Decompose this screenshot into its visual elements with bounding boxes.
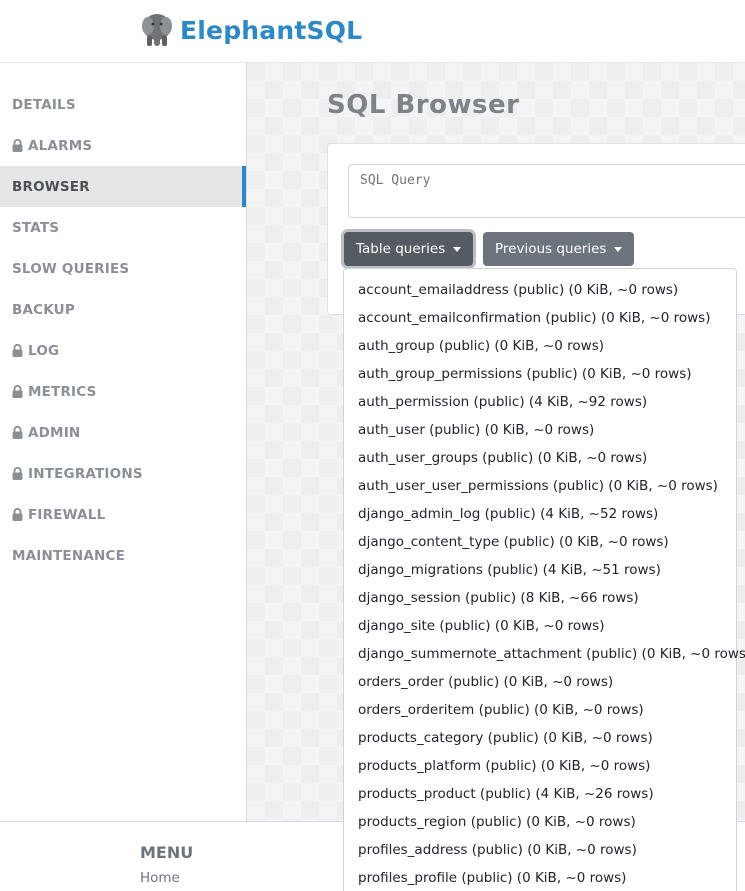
lock-icon bbox=[12, 466, 23, 480]
sidebar-item-label: ADMIN bbox=[28, 424, 81, 441]
lock-icon bbox=[12, 343, 23, 357]
sidebar: DETAILS ALARMS BROWSER STATS SLOW QUERIES BAC… bbox=[0, 63, 247, 821]
dropdown-item[interactable]: profiles_address (public) (0 KiB, ~0 row… bbox=[344, 836, 736, 864]
sidebar-item-label: METRICS bbox=[28, 383, 97, 400]
dropdown-item[interactable]: auth_user_groups (public) (0 KiB, ~0 row… bbox=[344, 444, 736, 472]
dropdown-item[interactable]: django_migrations (public) (4 KiB, ~51 r… bbox=[344, 556, 736, 584]
lock-icon bbox=[12, 384, 23, 398]
footer-home-link[interactable]: Home bbox=[140, 870, 180, 886]
sidebar-item-firewall[interactable]: FIREWALL bbox=[0, 494, 246, 535]
lock-icon bbox=[12, 138, 23, 152]
dropdown-item[interactable]: products_product (public) (4 KiB, ~26 ro… bbox=[344, 780, 736, 808]
dropdown-item[interactable]: orders_order (public) (0 KiB, ~0 rows) bbox=[344, 668, 736, 696]
sidebar-item-maintenance[interactable]: MAINTENANCE bbox=[0, 535, 246, 576]
dropdown-item[interactable]: auth_group_permissions (public) (0 KiB, … bbox=[344, 360, 736, 388]
dropdown-item[interactable]: django_content_type (public) (0 KiB, ~0 … bbox=[344, 528, 736, 556]
sidebar-item-metrics[interactable]: METRICS bbox=[0, 371, 246, 412]
brand-logo-link[interactable]: ElephantSQL bbox=[140, 12, 362, 48]
table-queries-button[interactable]: Table queries bbox=[344, 232, 474, 266]
caret-down-icon bbox=[453, 246, 462, 252]
dropdown-item[interactable]: django_site (public) (0 KiB, ~0 rows) bbox=[344, 612, 736, 640]
sidebar-item-label: ALARMS bbox=[28, 137, 93, 154]
sidebar-item-label: BACKUP bbox=[12, 301, 75, 318]
dropdown-item[interactable]: auth_user (public) (0 KiB, ~0 rows) bbox=[344, 416, 736, 444]
sidebar-item-label: INTEGRATIONS bbox=[28, 465, 143, 482]
dropdown-item[interactable]: django_admin_log (public) (4 KiB, ~52 ro… bbox=[344, 500, 736, 528]
dropdown-item[interactable]: profiles_profile (public) (0 KiB, ~0 row… bbox=[344, 864, 736, 891]
sidebar-item-label: STATS bbox=[12, 219, 60, 236]
dropdown-item[interactable]: account_emailaddress (public) (0 KiB, ~0… bbox=[344, 276, 736, 304]
footer-menu-title: MENU bbox=[140, 843, 194, 862]
top-header: ElephantSQL bbox=[0, 0, 745, 63]
dropdown-item[interactable]: auth_group (public) (0 KiB, ~0 rows) bbox=[344, 332, 736, 360]
dropdown-item[interactable]: django_session (public) (8 KiB, ~66 rows… bbox=[344, 584, 736, 612]
sidebar-item-integrations[interactable]: INTEGRATIONS bbox=[0, 453, 246, 494]
sidebar-item-label: MAINTENANCE bbox=[12, 547, 126, 564]
dropdown-item[interactable]: orders_orderitem (public) (0 KiB, ~0 row… bbox=[344, 696, 736, 724]
sidebar-item-label: SLOW QUERIES bbox=[12, 260, 130, 277]
dropdown-item[interactable]: django_summernote_attachment (public) (0… bbox=[344, 640, 745, 668]
sidebar-item-label: LOG bbox=[28, 342, 60, 359]
table-queries-label: Table queries bbox=[356, 241, 446, 257]
sidebar-item-slow-queries[interactable]: SLOW QUERIES bbox=[0, 248, 246, 289]
sidebar-item-label: BROWSER bbox=[12, 178, 90, 195]
sidebar-item-browser[interactable]: BROWSER bbox=[0, 166, 246, 207]
caret-down-icon bbox=[614, 246, 623, 252]
dropdown-item[interactable]: products_region (public) (0 KiB, ~0 rows… bbox=[344, 808, 736, 836]
sidebar-item-details[interactable]: DETAILS bbox=[0, 84, 246, 125]
previous-queries-button[interactable]: Previous queries bbox=[483, 232, 635, 266]
dropdown-item[interactable]: products_platform (public) (0 KiB, ~0 ro… bbox=[344, 752, 736, 780]
sidebar-item-log[interactable]: LOG bbox=[0, 330, 246, 371]
dropdown-item[interactable]: account_emailconfirmation (public) (0 Ki… bbox=[344, 304, 736, 332]
dropdown-item[interactable]: auth_permission (public) (4 KiB, ~92 row… bbox=[344, 388, 736, 416]
sidebar-item-admin[interactable]: ADMIN bbox=[0, 412, 246, 453]
lock-icon bbox=[12, 507, 23, 521]
brand-name: ElephantSQL bbox=[180, 15, 363, 45]
page-title: SQL Browser bbox=[327, 90, 520, 120]
table-queries-dropdown: account_emailaddress (public) (0 KiB, ~0… bbox=[343, 268, 745, 891]
sql-query-input[interactable] bbox=[348, 164, 745, 218]
lock-icon bbox=[12, 425, 23, 439]
sidebar-item-backup[interactable]: BACKUP bbox=[0, 289, 246, 330]
dropdown-item[interactable]: auth_user_user_permissions (public) (0 K… bbox=[344, 472, 736, 500]
dropdown-item[interactable]: products_category (public) (0 KiB, ~0 ro… bbox=[344, 724, 736, 752]
sidebar-item-label: FIREWALL bbox=[28, 506, 106, 523]
sidebar-item-label: DETAILS bbox=[12, 96, 76, 113]
elephant-icon bbox=[142, 14, 172, 46]
sidebar-item-alarms[interactable]: ALARMS bbox=[0, 125, 246, 166]
previous-queries-label: Previous queries bbox=[495, 241, 607, 257]
sidebar-item-stats[interactable]: STATS bbox=[0, 207, 246, 248]
